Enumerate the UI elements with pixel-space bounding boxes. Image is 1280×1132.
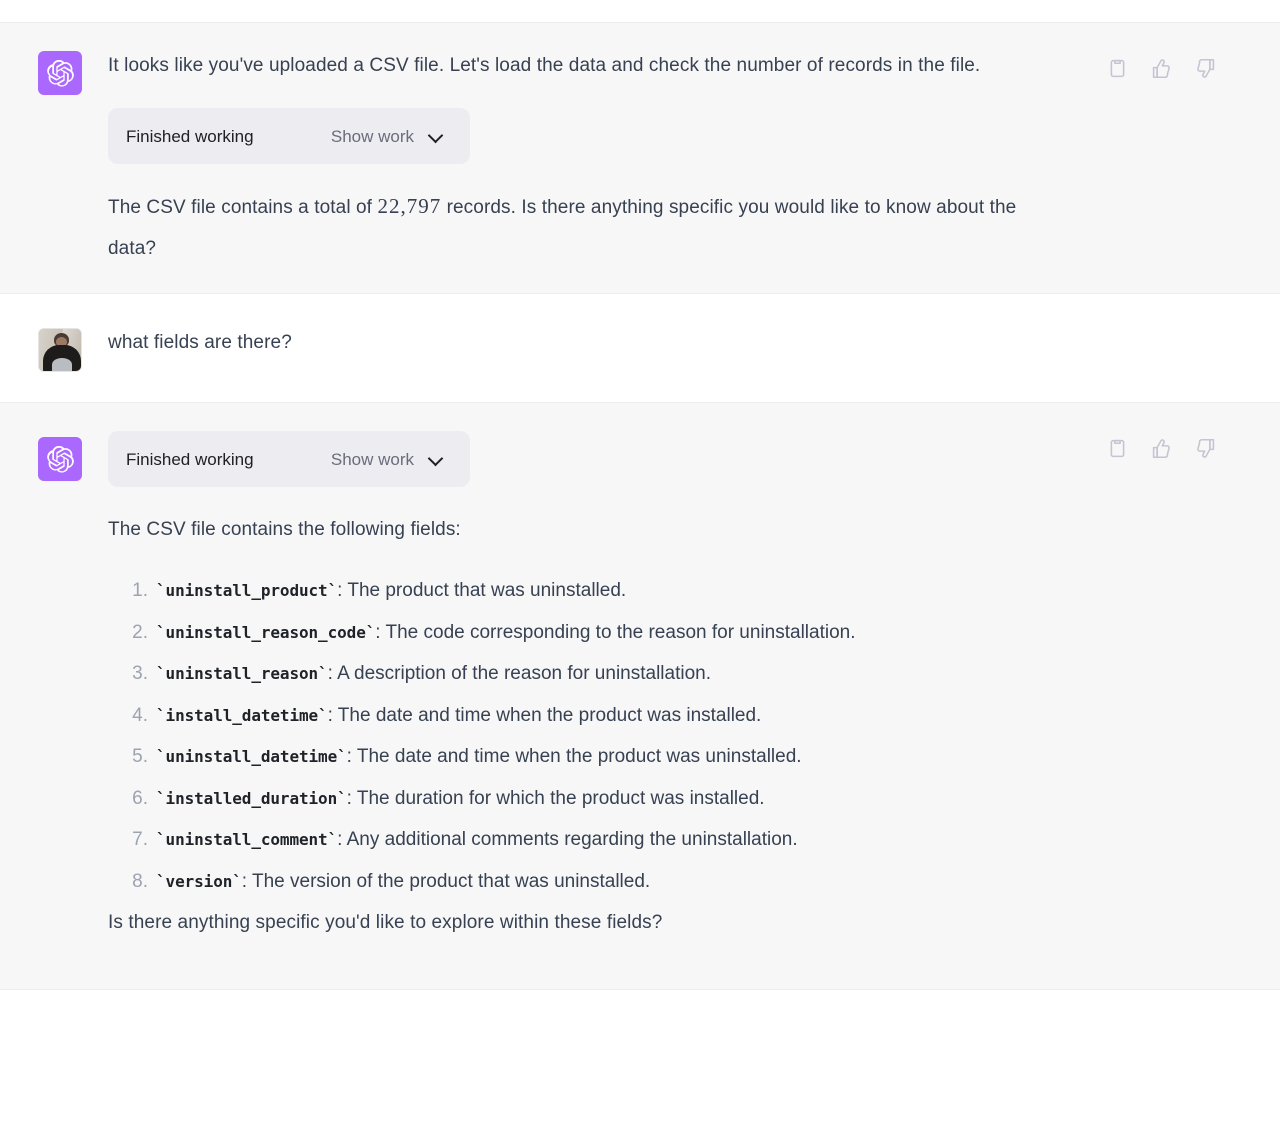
fields-list: `uninstall_product`: The product that wa… <box>108 570 1050 902</box>
record-count-prefix: The CSV file contains a total of <box>108 197 378 218</box>
copy-icon[interactable] <box>1104 435 1130 461</box>
field-name: `installed_duration` <box>156 788 347 808</box>
field-name: `uninstall_product` <box>156 581 338 600</box>
user-photo-avatar <box>38 328 82 372</box>
field-name: `install_datetime` <box>156 705 328 725</box>
list-item: `uninstall_reason`: A description of the… <box>120 653 1050 695</box>
tool-status-label: Finished working <box>126 449 254 469</box>
thumbs-up-icon[interactable] <box>1148 435 1174 461</box>
user-message-1-body: what fields are there? <box>108 322 1280 363</box>
tool-block-finished-working[interactable]: Finished working Show work <box>108 108 470 164</box>
assistant-message-2-body: Finished working Show work The CSV file … <box>108 431 1280 943</box>
user-message-1: what fields are there? <box>0 294 1280 403</box>
field-name: `version` <box>156 871 242 891</box>
field-description: : The date and time when the product was… <box>327 704 762 726</box>
list-item: `uninstall_datetime`: The date and time … <box>120 736 1050 778</box>
show-work-label: Show work <box>330 126 414 146</box>
closing-paragraph: Is there anything specific you'd like to… <box>108 912 663 933</box>
conversation-thread: It looks like you've uploaded a CSV file… <box>0 0 1280 990</box>
list-item: `version`: The version of the product th… <box>120 861 1050 903</box>
thumbs-down-icon[interactable] <box>1192 55 1218 81</box>
field-description: : The code corresponding to the reason f… <box>375 621 856 643</box>
record-count-paragraph: The CSV file contains a total of 22,797 … <box>108 186 1050 269</box>
tool-status-label: Finished working <box>126 126 254 146</box>
field-name: `uninstall_reason_code` <box>156 622 376 642</box>
avatar-column <box>0 431 108 481</box>
chevron-down-icon <box>428 451 444 467</box>
copy-icon[interactable] <box>1104 55 1130 81</box>
show-work-label: Show work <box>330 449 414 469</box>
record-count-value: 22,797 <box>377 194 442 218</box>
field-name: `uninstall_reason` <box>156 664 328 683</box>
field-name: `uninstall_datetime` <box>156 747 347 766</box>
list-item: `uninstall_product`: The product that wa… <box>120 570 1050 612</box>
field-description: : Any additional comments regarding the … <box>337 829 798 850</box>
thumbs-down-icon[interactable] <box>1192 435 1218 461</box>
thumbs-up-icon[interactable] <box>1148 55 1174 81</box>
user-question-text: what fields are there? <box>108 332 292 353</box>
field-name: `uninstall_comment` <box>156 830 338 849</box>
avatar-column <box>0 45 108 95</box>
assistant-intro-paragraph: It looks like you've uploaded a CSV file… <box>108 55 981 76</box>
list-item: `uninstall_comment`: Any additional comm… <box>120 819 1050 861</box>
show-work-toggle[interactable]: Show work <box>331 451 444 468</box>
list-item: `installed_duration`: The duration for w… <box>120 778 1050 820</box>
field-description: : The date and time when the product was… <box>346 746 802 767</box>
avatar-column <box>0 322 108 372</box>
field-description: : The product that was uninstalled. <box>337 580 627 601</box>
openai-logo-icon <box>38 437 82 481</box>
message-actions <box>1104 435 1218 461</box>
show-work-toggle[interactable]: Show work <box>331 128 444 145</box>
chevron-down-icon <box>428 128 444 144</box>
list-item: `uninstall_reason_code`: The code corres… <box>120 612 1050 654</box>
assistant-message-2: Finished working Show work The CSV file … <box>0 403 1280 990</box>
openai-logo-icon <box>38 51 82 95</box>
message-actions <box>1104 55 1218 81</box>
tool-block-finished-working[interactable]: Finished working Show work <box>108 431 470 487</box>
field-description: : A description of the reason for uninst… <box>327 663 711 684</box>
list-item: `install_datetime`: The date and time wh… <box>120 695 1050 737</box>
fields-intro-paragraph: The CSV file contains the following fiel… <box>108 519 461 540</box>
top-spacer <box>0 0 1280 22</box>
field-description: : The version of the product that was un… <box>241 870 651 892</box>
assistant-message-1: It looks like you've uploaded a CSV file… <box>0 22 1280 294</box>
field-description: : The duration for which the product was… <box>346 787 765 809</box>
